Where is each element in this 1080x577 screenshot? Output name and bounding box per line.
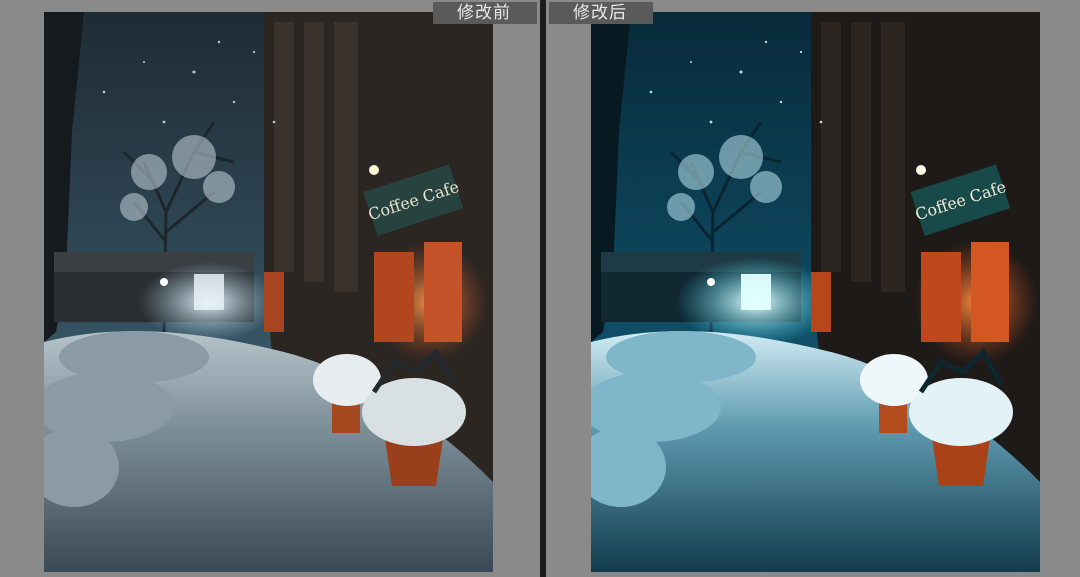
after-label: 修改后: [549, 2, 653, 24]
before-photo: Coffee Cafe: [44, 12, 493, 572]
after-street-scene: Coffee Cafe: [591, 12, 1040, 572]
after-panel: Coffee Cafe 修改后: [546, 0, 1080, 577]
before-panel: Coffee Cafe 修改前: [0, 0, 540, 577]
before-street-scene: Coffee Cafe: [44, 12, 493, 572]
before-label: 修改前: [433, 2, 537, 24]
after-photo: Coffee Cafe: [591, 12, 1040, 572]
